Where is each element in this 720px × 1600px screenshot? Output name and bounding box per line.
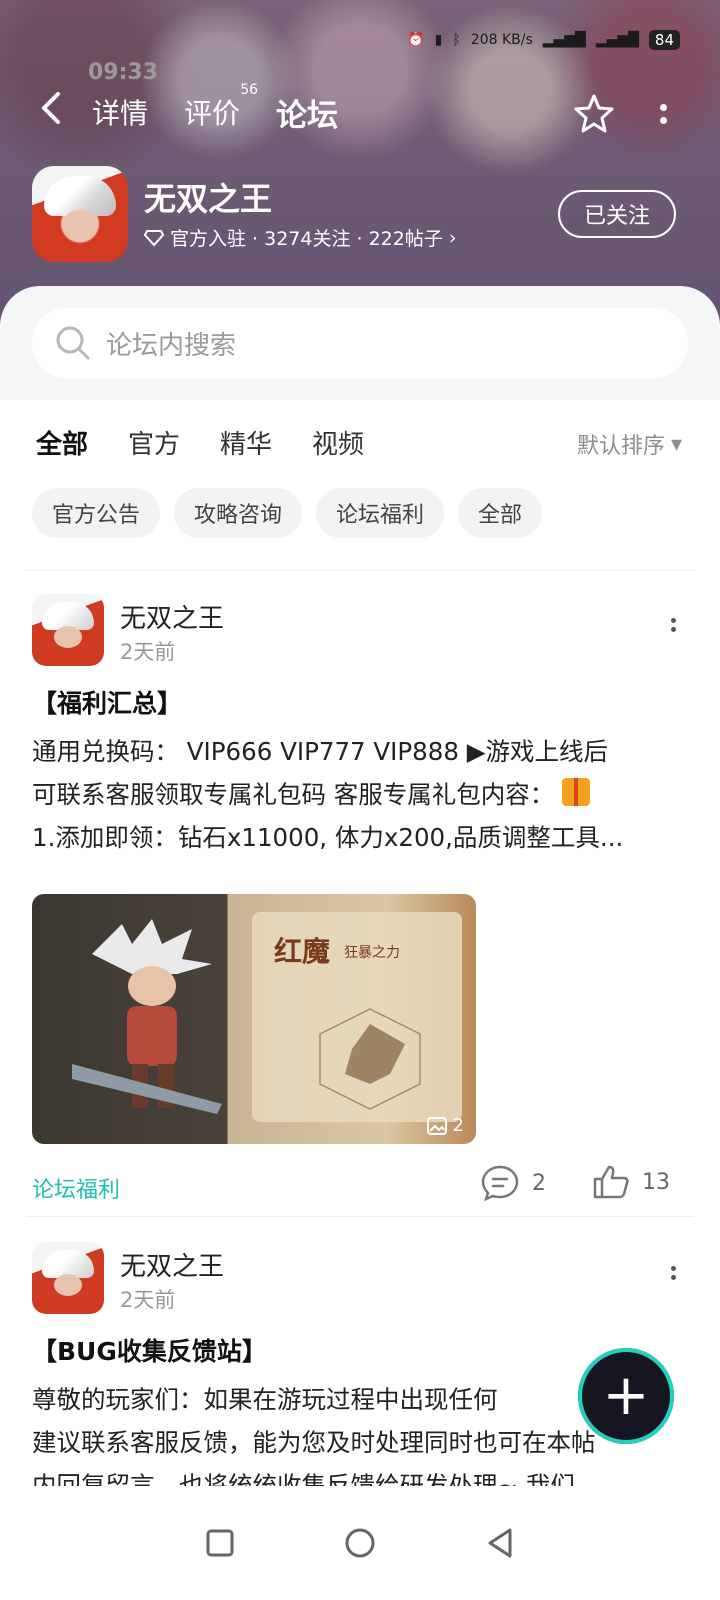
battery-indicator: 84	[648, 30, 680, 50]
top-navigation: 详情 评价 56 论坛	[0, 80, 720, 144]
game-meta[interactable]: 官方入驻 · 3274关注 · 222帖子 ›	[144, 224, 456, 251]
tab-details-label: 详情	[92, 97, 149, 130]
chip-official-notice[interactable]: 官方公告	[32, 488, 161, 538]
signal-icon-2: ▂▄▆█	[595, 32, 639, 48]
tab-details[interactable]: 详情	[92, 92, 148, 132]
filter-tab-video[interactable]: 视频	[312, 424, 364, 461]
home-button[interactable]	[340, 1523, 380, 1563]
post-more-button[interactable]	[658, 1266, 688, 1296]
game-info: 无双之王 官方入驻 · 3274关注 · 222帖子 › 已关注	[32, 166, 692, 266]
diamond-icon	[144, 229, 164, 246]
alarm-icon: ⏰	[407, 32, 425, 48]
bluetooth-icon: ᛒ	[452, 32, 461, 48]
image-count: 2	[426, 1115, 464, 1136]
post-time: 2天前	[120, 1288, 176, 1312]
back-button[interactable]	[38, 91, 78, 134]
square-icon	[206, 1529, 234, 1557]
post-title[interactable]: 【BUG收集反馈站】	[32, 1332, 267, 1368]
more-dot-icon	[670, 627, 676, 632]
signal-icon: ▂▄▆█	[542, 32, 586, 48]
comment-button[interactable]: 2	[480, 1164, 546, 1202]
image-subtitle: 狂暴之力	[344, 945, 400, 961]
comment-icon	[481, 1165, 519, 1202]
sort-dropdown[interactable]: 默认排序 ▾	[577, 428, 682, 460]
follow-button[interactable]: 已关注	[558, 190, 676, 238]
search-placeholder: 论坛内搜索	[106, 330, 237, 361]
filter-tabs: 全部 官方 精华 视频	[36, 424, 404, 465]
more-menu-button[interactable]	[648, 92, 678, 136]
filter-tab-all[interactable]: 全部	[36, 424, 89, 465]
chip-guide[interactable]: 攻略咨询	[174, 488, 303, 538]
filter-tab-featured[interactable]: 精华	[220, 424, 272, 461]
favorite-button[interactable]	[572, 92, 616, 136]
status-icons: ⏰ ▮ ᛒ 208 KB/s ▂▄▆█ ▂▄▆█ 84	[407, 30, 680, 50]
post-body-line: 通用兑换码： VIP666 VIP777 VIP888 ▶游戏上线后	[32, 737, 609, 766]
net-speed: 208 KB/s	[470, 32, 533, 48]
post-author[interactable]: 无双之王	[120, 1246, 224, 1283]
divider	[26, 570, 694, 571]
recent-apps-button[interactable]	[200, 1523, 240, 1563]
post-tag[interactable]: 论坛福利	[32, 1172, 120, 1204]
more-dot-icon	[670, 1266, 676, 1271]
back-nav-button[interactable]	[480, 1523, 520, 1563]
game-meta-text: 官方入驻 · 3274关注 · 222帖子	[170, 228, 443, 250]
tab-reviews[interactable]: 评价 56	[184, 82, 258, 132]
search-icon	[56, 326, 90, 360]
post-card[interactable]: 无双之王 2天前 【福利汇总】 通用兑换码： VIP666 VIP777 VIP…	[32, 594, 688, 1204]
post-more-button[interactable]	[658, 618, 688, 648]
gift-icon	[562, 778, 591, 806]
radar-graphic	[319, 1008, 421, 1110]
post-body-line-wrap: 可联系客服领取专属礼包码 客服专属礼包内容：	[32, 773, 682, 816]
triangle-back-icon	[488, 1528, 512, 1558]
category-chips: 官方公告 攻略咨询 论坛福利 全部	[32, 488, 543, 538]
character-illustration	[72, 919, 222, 1114]
image-count-text: 2	[452, 1115, 464, 1136]
post-title[interactable]: 【福利汇总】	[32, 684, 182, 720]
status-bar: 09:33 ⏰ ▮ ᛒ 208 KB/s ▂▄▆█ ▂▄▆█ 84	[0, 18, 720, 85]
filter-tab-official[interactable]: 官方	[128, 424, 180, 461]
create-post-button[interactable]: +	[578, 1348, 674, 1444]
post-body-line: 1.添加即领：钻石x11000, 体力x200,品质调整工具...	[32, 823, 624, 852]
circle-icon	[345, 1528, 375, 1558]
thumbs-up-icon	[593, 1165, 629, 1199]
like-button[interactable]: 13	[592, 1164, 670, 1200]
post-author[interactable]: 无双之王	[120, 598, 224, 635]
forum-search-input[interactable]: 论坛内搜索	[32, 308, 688, 378]
sort-label: 默认排序	[576, 434, 665, 459]
post-time: 2天前	[120, 640, 176, 664]
chip-welfare[interactable]: 论坛福利	[316, 488, 445, 538]
avatar[interactable]	[32, 1242, 104, 1314]
post-body-line: 建议联系客服反馈，能为您及时处理同时也可在本帖	[32, 1428, 596, 1457]
divider	[26, 1216, 694, 1217]
post-image[interactable]: 红魔 狂暴之力 2	[32, 894, 476, 1144]
system-navigation-bar	[0, 1486, 720, 1600]
more-dot-icon	[659, 117, 667, 124]
tab-forum[interactable]: 论坛	[272, 90, 343, 139]
more-dot-icon	[670, 1275, 676, 1280]
chevron-right-icon: ›	[448, 226, 457, 249]
star-icon	[574, 94, 614, 133]
game-name: 无双之王	[144, 180, 273, 218]
game-icon[interactable]	[32, 166, 128, 262]
like-count: 13	[642, 1169, 670, 1195]
tab-forum-label: 论坛	[276, 97, 339, 134]
plus-icon: +	[602, 1363, 650, 1428]
image-icon	[426, 1116, 447, 1135]
post-body-line: 可联系客服领取专属礼包码 客服专属礼包内容：	[32, 780, 555, 809]
comment-count: 2	[532, 1170, 546, 1196]
back-arrow-icon	[42, 91, 60, 124]
vibrate-icon: ▮	[434, 32, 443, 48]
caret-down-icon: ▾	[670, 431, 682, 457]
chip-all[interactable]: 全部	[458, 488, 543, 538]
avatar[interactable]	[32, 594, 104, 666]
more-dot-icon	[659, 104, 667, 111]
review-count-badge: 56	[240, 82, 259, 98]
post-body[interactable]: 通用兑换码： VIP666 VIP777 VIP888 ▶游戏上线后 可联系客服…	[32, 730, 682, 859]
tab-reviews-label: 评价	[184, 97, 241, 130]
more-dot-icon	[670, 618, 676, 623]
image-title: 红魔	[274, 935, 331, 968]
